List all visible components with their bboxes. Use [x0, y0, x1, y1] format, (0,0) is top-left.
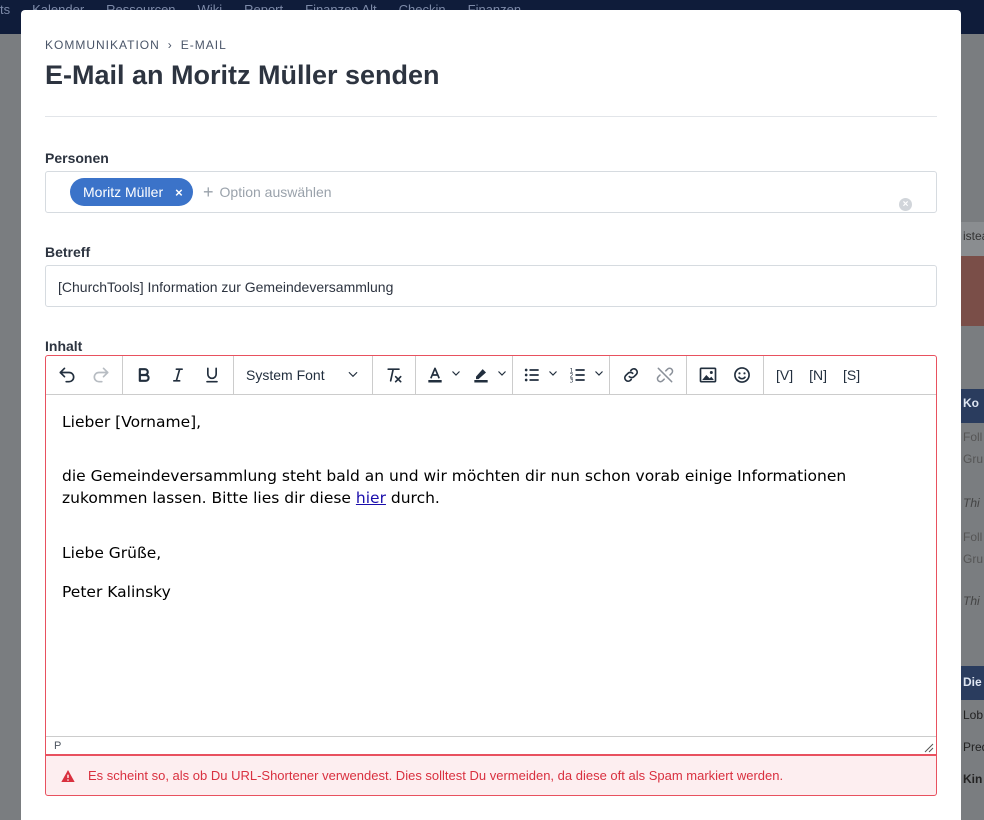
subject-input[interactable]: [ChurchTools] Information zur Gemeindeve…: [45, 265, 937, 307]
body-paragraph: die Gemeindeversammlung steht bald an un…: [62, 465, 922, 509]
signature-paragraph: Peter Kalinsky: [62, 583, 171, 601]
subject-label: Betreff: [45, 244, 91, 260]
toolbar-group-lists: 123: [513, 355, 610, 395]
hier-link[interactable]: hier: [356, 489, 386, 507]
greeting-paragraph: Lieber [Vorname],: [62, 413, 202, 431]
breadcrumb-item-kommunikation[interactable]: KOMMUNIKATION: [45, 38, 160, 52]
closing-paragraph: Liebe Grüße,: [62, 544, 162, 562]
clear-formatting-icon[interactable]: [377, 360, 411, 390]
bg-text: Thi: [963, 496, 980, 510]
toolbar-group-insert: [687, 355, 764, 395]
bullet-list-icon[interactable]: [517, 360, 547, 390]
toolbar-group-variables: [V] [N] [S]: [764, 356, 872, 395]
persons-select[interactable]: Moritz Müller × + Option auswählen ×: [45, 171, 937, 213]
bg-nav-item: ts: [0, 1, 11, 17]
insert-variable-n-button[interactable]: [N]: [801, 367, 835, 383]
rich-text-editor[interactable]: System Font 1 2 3 [V] [N] [S] Lieber [Vo…: [45, 355, 937, 755]
font-family-select[interactable]: System Font: [238, 360, 368, 390]
bg-text: Thi: [963, 594, 980, 608]
editor-statusbar: P: [46, 736, 936, 755]
background-right-panel: isteat Ko Foll Gru Thi Foll Gru Thi Die …: [961, 34, 984, 820]
editor-content[interactable]: Lieber [Vorname], die Gemeindeversammlun…: [62, 411, 922, 603]
breadcrumb-separator-icon: ›: [167, 38, 173, 52]
divider: [45, 116, 937, 117]
chevron-down-icon[interactable]: [450, 366, 462, 384]
body-text-end: durch.: [390, 489, 440, 507]
toolbar-group-colors: [416, 355, 513, 395]
bg-text: Foll: [963, 530, 983, 544]
element-path[interactable]: P: [54, 740, 61, 752]
undo-icon[interactable]: [50, 360, 84, 390]
underline-icon[interactable]: [195, 360, 229, 390]
bg-text: isteat: [963, 229, 984, 243]
redo-icon[interactable]: [84, 360, 118, 390]
body-text: die Gemeindeversammlung steht bald an un…: [62, 467, 847, 507]
url-shortener-warning: Es scheint so, als ob Du URL-Shortener v…: [45, 755, 937, 796]
chevron-down-icon[interactable]: [496, 366, 508, 384]
link-icon[interactable]: [614, 360, 648, 390]
chevron-down-icon[interactable]: [593, 366, 605, 384]
toolbar-group-font: System Font: [234, 355, 373, 395]
clear-selection-icon[interactable]: ×: [899, 198, 912, 211]
highlight-icon[interactable]: [466, 360, 496, 390]
bg-text: Lob: [963, 708, 984, 722]
toolbar-group-history: [46, 355, 123, 395]
insert-variable-v-button[interactable]: [V]: [768, 367, 801, 383]
add-option[interactable]: + Option auswählen: [203, 182, 332, 202]
person-tag: Moritz Müller ×: [70, 178, 193, 206]
chevron-down-icon[interactable]: [547, 366, 559, 384]
page-title: E-Mail an Moritz Müller senden: [45, 60, 440, 90]
add-option-placeholder: Option auswählen: [219, 184, 332, 200]
bg-text: Die: [963, 675, 982, 689]
editor-toolbar: System Font 1 2 3 [V] [N] [S]: [46, 355, 936, 395]
bg-text: Kin: [963, 772, 983, 786]
unlink-icon[interactable]: [648, 360, 682, 390]
plus-icon: +: [203, 182, 214, 202]
insert-variable-s-button[interactable]: [S]: [835, 367, 868, 383]
toolbar-group-format: [123, 355, 234, 395]
persons-label: Personen: [45, 150, 109, 166]
toolbar-group-links: [610, 355, 687, 395]
bg-text: Gru: [963, 452, 984, 466]
emoji-icon[interactable]: [725, 360, 759, 390]
email-modal: KOMMUNIKATION › E-MAIL E-Mail an Moritz …: [21, 10, 961, 820]
bg-text: Pred: [963, 740, 984, 754]
warning-text: Es scheint so, als ob Du URL-Shortener v…: [88, 768, 784, 783]
image-icon[interactable]: [691, 360, 725, 390]
text-color-icon[interactable]: [420, 360, 450, 390]
toolbar-group-clear: [373, 355, 416, 395]
resize-handle-icon[interactable]: [924, 743, 934, 753]
bullet-list-split-button[interactable]: [517, 360, 559, 390]
breadcrumb: KOMMUNIKATION › E-MAIL: [45, 38, 227, 52]
bold-icon[interactable]: [127, 360, 161, 390]
remove-tag-icon[interactable]: ×: [175, 185, 183, 200]
svg-text:3: 3: [570, 379, 574, 385]
numbered-list-icon[interactable]: 123: [563, 360, 593, 390]
highlight-color-split-button[interactable]: [466, 360, 508, 390]
person-tag-label: Moritz Müller: [83, 184, 164, 200]
bg-text: Gru: [963, 552, 984, 566]
chevron-down-icon: [346, 367, 360, 384]
warning-icon: [61, 769, 75, 782]
content-label: Inhalt: [45, 338, 83, 354]
italic-icon[interactable]: [161, 360, 195, 390]
bg-text: Ko: [963, 396, 979, 410]
text-color-split-button[interactable]: [420, 360, 462, 390]
breadcrumb-item-email: E-MAIL: [180, 38, 227, 52]
numbered-list-split-button[interactable]: 123: [563, 360, 605, 390]
font-family-value: System Font: [246, 367, 325, 383]
bg-text: Foll: [963, 430, 983, 444]
subject-value: [ChurchTools] Information zur Gemeindeve…: [58, 279, 394, 295]
